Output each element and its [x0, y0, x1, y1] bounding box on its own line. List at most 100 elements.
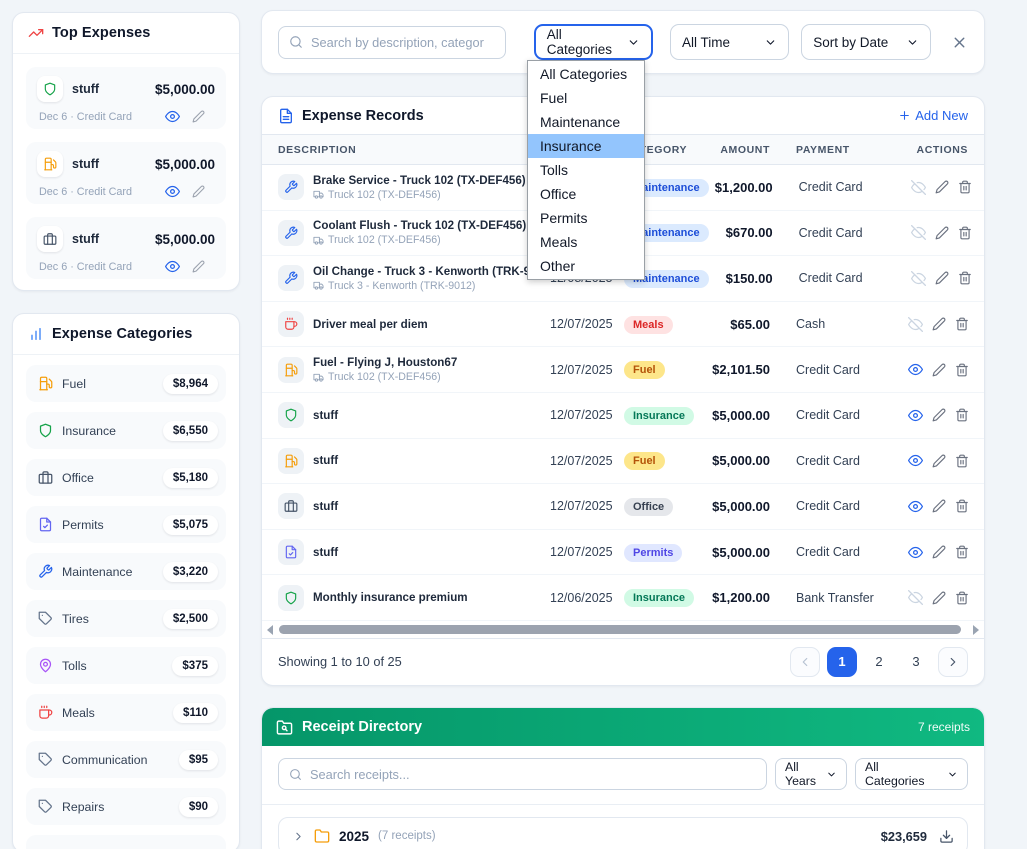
eye-off-icon[interactable]	[911, 180, 926, 195]
dropdown-option-all-categories[interactable]: All Categories	[528, 62, 644, 86]
trash-icon[interactable]	[955, 363, 969, 377]
pencil-icon[interactable]	[932, 363, 946, 377]
dropdown-option-office[interactable]: Office	[528, 182, 644, 206]
expense-payment: Credit Card	[799, 271, 911, 285]
eye-icon[interactable]	[165, 259, 180, 274]
prev-page-button[interactable]	[790, 647, 820, 677]
dropdown-option-other[interactable]: Other	[528, 254, 644, 278]
category-filter-select[interactable]: All Categories	[534, 24, 653, 60]
expense-amount: $5,000.00	[706, 408, 770, 423]
pencil-icon[interactable]	[932, 499, 946, 513]
dropdown-option-meals[interactable]: Meals	[528, 230, 644, 254]
expense-records-title-group: Expense Records	[278, 108, 424, 124]
eye-icon[interactable]	[908, 362, 923, 377]
pencil-icon[interactable]	[935, 271, 949, 285]
add-new-button[interactable]: Add New	[898, 108, 968, 123]
category-amount: $6,550	[163, 421, 218, 441]
dropdown-option-maintenance[interactable]: Maintenance	[528, 110, 644, 134]
clear-filters-button[interactable]	[951, 34, 968, 51]
pencil-icon[interactable]	[932, 591, 946, 605]
eye-icon[interactable]	[165, 184, 180, 199]
eye-off-icon[interactable]	[908, 590, 923, 605]
pencil-icon[interactable]	[932, 545, 946, 559]
coffee-icon	[38, 705, 53, 720]
trash-icon[interactable]	[955, 591, 969, 605]
pencil-icon[interactable]	[935, 180, 949, 194]
category-item[interactable]: Communication$95	[26, 741, 226, 778]
category-amount: $90	[179, 797, 218, 817]
add-new-label: Add New	[915, 108, 968, 123]
trash-icon[interactable]	[955, 454, 969, 468]
pencil-icon[interactable]	[192, 185, 205, 198]
category-item[interactable]: Tolls$375	[26, 647, 226, 684]
eye-icon[interactable]	[165, 109, 180, 124]
trash-icon[interactable]	[955, 317, 969, 331]
page-button-3[interactable]: 3	[901, 647, 931, 677]
eye-icon[interactable]	[908, 545, 923, 560]
time-filter-select[interactable]: All Time	[670, 24, 789, 60]
category-item[interactable]: Fuel$8,964	[26, 365, 226, 402]
horizontal-scrollbar[interactable]	[262, 622, 984, 638]
category-item[interactable]: Repairs$90	[26, 788, 226, 825]
chevron-right-icon[interactable]	[292, 830, 305, 843]
eye-icon[interactable]	[908, 499, 923, 514]
dropdown-option-fuel[interactable]: Fuel	[528, 86, 644, 110]
pencil-icon[interactable]	[192, 260, 205, 273]
column-header-payment: PAYMENT	[796, 144, 908, 156]
eye-off-icon[interactable]	[911, 271, 926, 286]
eye-off-icon[interactable]	[911, 225, 926, 240]
category-amount: $2,500	[163, 609, 218, 629]
trash-icon[interactable]	[958, 226, 972, 240]
scroll-left-arrow-icon[interactable]	[267, 625, 273, 635]
page-button-1[interactable]: 1	[827, 647, 857, 677]
plus-icon	[898, 109, 911, 122]
page-button-2[interactable]: 2	[864, 647, 894, 677]
receipts-year-select[interactable]: All Years	[775, 758, 847, 790]
download-icon[interactable]	[939, 829, 954, 844]
pencil-icon[interactable]	[935, 226, 949, 240]
next-page-button[interactable]	[938, 647, 968, 677]
receipts-category-select[interactable]: All Categories	[855, 758, 968, 790]
records-search-input[interactable]	[311, 35, 495, 50]
category-item[interactable]: Maintenance$3,220	[26, 553, 226, 590]
top-expenses-list: stuff$5,000.00Dec 6 · Credit Cardstuff$5…	[13, 54, 239, 291]
sort-select[interactable]: Sort by Date	[801, 24, 931, 60]
trash-icon[interactable]	[958, 180, 972, 194]
folder-row[interactable]: 2025(7 receipts)$23,659	[278, 817, 968, 849]
fuel-icon	[284, 363, 298, 377]
trash-icon[interactable]	[955, 408, 969, 422]
category-item[interactable]: Office$5,180	[26, 459, 226, 496]
category-item[interactable]: Insurance$6,550	[26, 412, 226, 449]
pencil-icon[interactable]	[932, 408, 946, 422]
receipts-toolbar: All Years All Categories	[262, 746, 984, 805]
expense-date: 12/07/2025	[550, 317, 624, 331]
trash-icon[interactable]	[958, 271, 972, 285]
expense-amount: $5,000.00	[706, 499, 770, 514]
shield-icon	[284, 591, 298, 605]
expense-amount: $670.00	[709, 225, 773, 240]
expense-row: Monthly insurance premium12/06/2025Insur…	[262, 575, 984, 621]
trash-icon[interactable]	[955, 545, 969, 559]
pencil-icon[interactable]	[932, 317, 946, 331]
expense-amount: $5,000.00	[706, 545, 770, 560]
category-badge: Fuel	[624, 361, 665, 379]
category-filter-value: All Categories	[547, 27, 619, 57]
scrollbar-track[interactable]	[277, 625, 969, 634]
top-expenses-card: Top Expenses stuff$5,000.00Dec 6 · Credi…	[12, 12, 240, 291]
dropdown-option-tolls[interactable]: Tolls	[528, 158, 644, 182]
category-item[interactable]: Tires$2,500	[26, 600, 226, 637]
trash-icon[interactable]	[955, 499, 969, 513]
scrollbar-thumb[interactable]	[279, 625, 961, 634]
receipts-search-input[interactable]	[310, 767, 756, 782]
category-label: Permits	[62, 518, 104, 532]
pencil-icon[interactable]	[932, 454, 946, 468]
dropdown-option-permits[interactable]: Permits	[528, 206, 644, 230]
eye-icon[interactable]	[908, 453, 923, 468]
dropdown-option-insurance[interactable]: Insurance	[528, 134, 644, 158]
scroll-right-arrow-icon[interactable]	[973, 625, 979, 635]
pencil-icon[interactable]	[192, 110, 205, 123]
eye-off-icon[interactable]	[908, 317, 923, 332]
eye-icon[interactable]	[908, 408, 923, 423]
category-item[interactable]: Permits$5,075	[26, 506, 226, 543]
category-item[interactable]: Meals$110	[26, 694, 226, 731]
